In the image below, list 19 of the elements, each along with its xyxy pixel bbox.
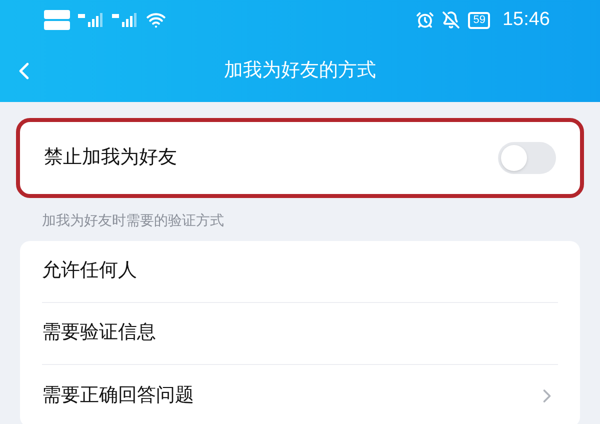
clock-time: 15:46 [502,8,550,32]
section-label: 加我为好友时需要的验证方式 [41,211,225,230]
bell-off-icon [442,11,460,29]
toggle-switch[interactable] [498,142,556,174]
option-row[interactable]: 允许任何人 [42,241,558,303]
wifi-icon [146,10,166,30]
page-title: 加我为好友的方式 [224,58,376,83]
option-row[interactable]: 需要验证信息 [42,303,558,365]
option-label: 需要验证信息 [42,321,156,346]
option-label: 需要正确回答问题 [42,384,194,408]
battery-level: 59 [468,12,490,28]
signal-icon [78,13,104,27]
sim-icon [44,10,70,19]
option-row[interactable]: 需要正确回答问题 [42,365,558,424]
sim-icon [44,21,70,30]
alarm-icon [416,11,434,29]
option-label: 允许任何人 [42,259,137,284]
setting-label: 禁止加我为好友 [44,146,177,170]
signal-icon [112,13,138,27]
